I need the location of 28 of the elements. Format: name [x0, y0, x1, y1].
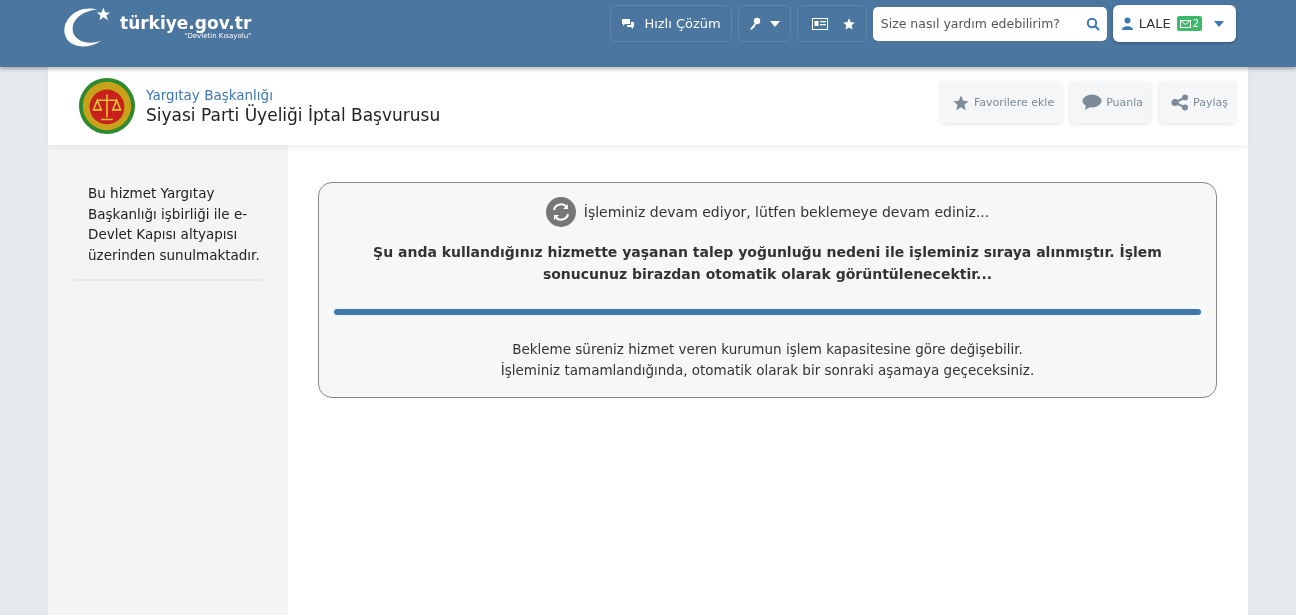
message-count-badge: 2	[1176, 16, 1202, 31]
favorite-button[interactable]: Favorilere ekle	[939, 82, 1063, 123]
search-icon[interactable]	[1085, 16, 1100, 31]
share-button[interactable]: Paylaş	[1159, 82, 1236, 123]
person-icon	[1121, 17, 1133, 30]
star-icon[interactable]	[841, 16, 856, 31]
queue-message: Şu anda kullandığınız hizmette yaşanan talep yoğunluğu nedeni ile işleminiz sıraya alınmıştır. İşlem sonucunuz birazdan otomatik olarak görüntülenecektir...	[372, 243, 1163, 284]
court-emblem-icon	[78, 77, 136, 135]
key-icon	[748, 16, 761, 31]
info-text: Bekleme süreniz hizmet veren kurumun işlem kapasitesine göre değişebilir.	[511, 340, 1024, 359]
key-menu-button[interactable]	[737, 5, 791, 42]
refresh-icon	[545, 197, 576, 227]
id-card-icon[interactable]	[811, 17, 828, 30]
chat-bubbles-icon	[621, 17, 636, 30]
caret-icon	[1214, 20, 1224, 27]
status-text: İşleminiz devam ediyor, lütfen beklemeye devam ediniz...	[583, 204, 990, 220]
speech-bubble-icon	[1082, 94, 1103, 111]
search-field[interactable]: Size nasıl yardım edebilirim?	[872, 6, 1107, 41]
info-text: İşleminiz tamamlandığında, otomatik olarak bir sonraki aşamaya geçeceksiniz.	[500, 361, 1035, 380]
rate-button[interactable]: Puanla	[1070, 82, 1152, 123]
caret-icon	[769, 20, 780, 27]
logo-text: türkiye.gov.tr	[120, 12, 252, 33]
service-provider-note: Bu hizmet Yargıtay Başkanlığı işbirliği ile e-Devlet Kapısı altyapısı üzerinden sunulmaktadır.	[74, 183, 262, 281]
share-icon	[1171, 94, 1190, 111]
user-menu-button[interactable]: LALE 2	[1112, 5, 1236, 42]
service-title: Siyasi Parti Üyeliği İptal Başvurusu	[146, 105, 442, 125]
quick-solution-button[interactable]: Hızlı Çözüm	[610, 5, 732, 42]
agency-link[interactable]: Yargıtay Başkanlığı	[146, 87, 940, 103]
